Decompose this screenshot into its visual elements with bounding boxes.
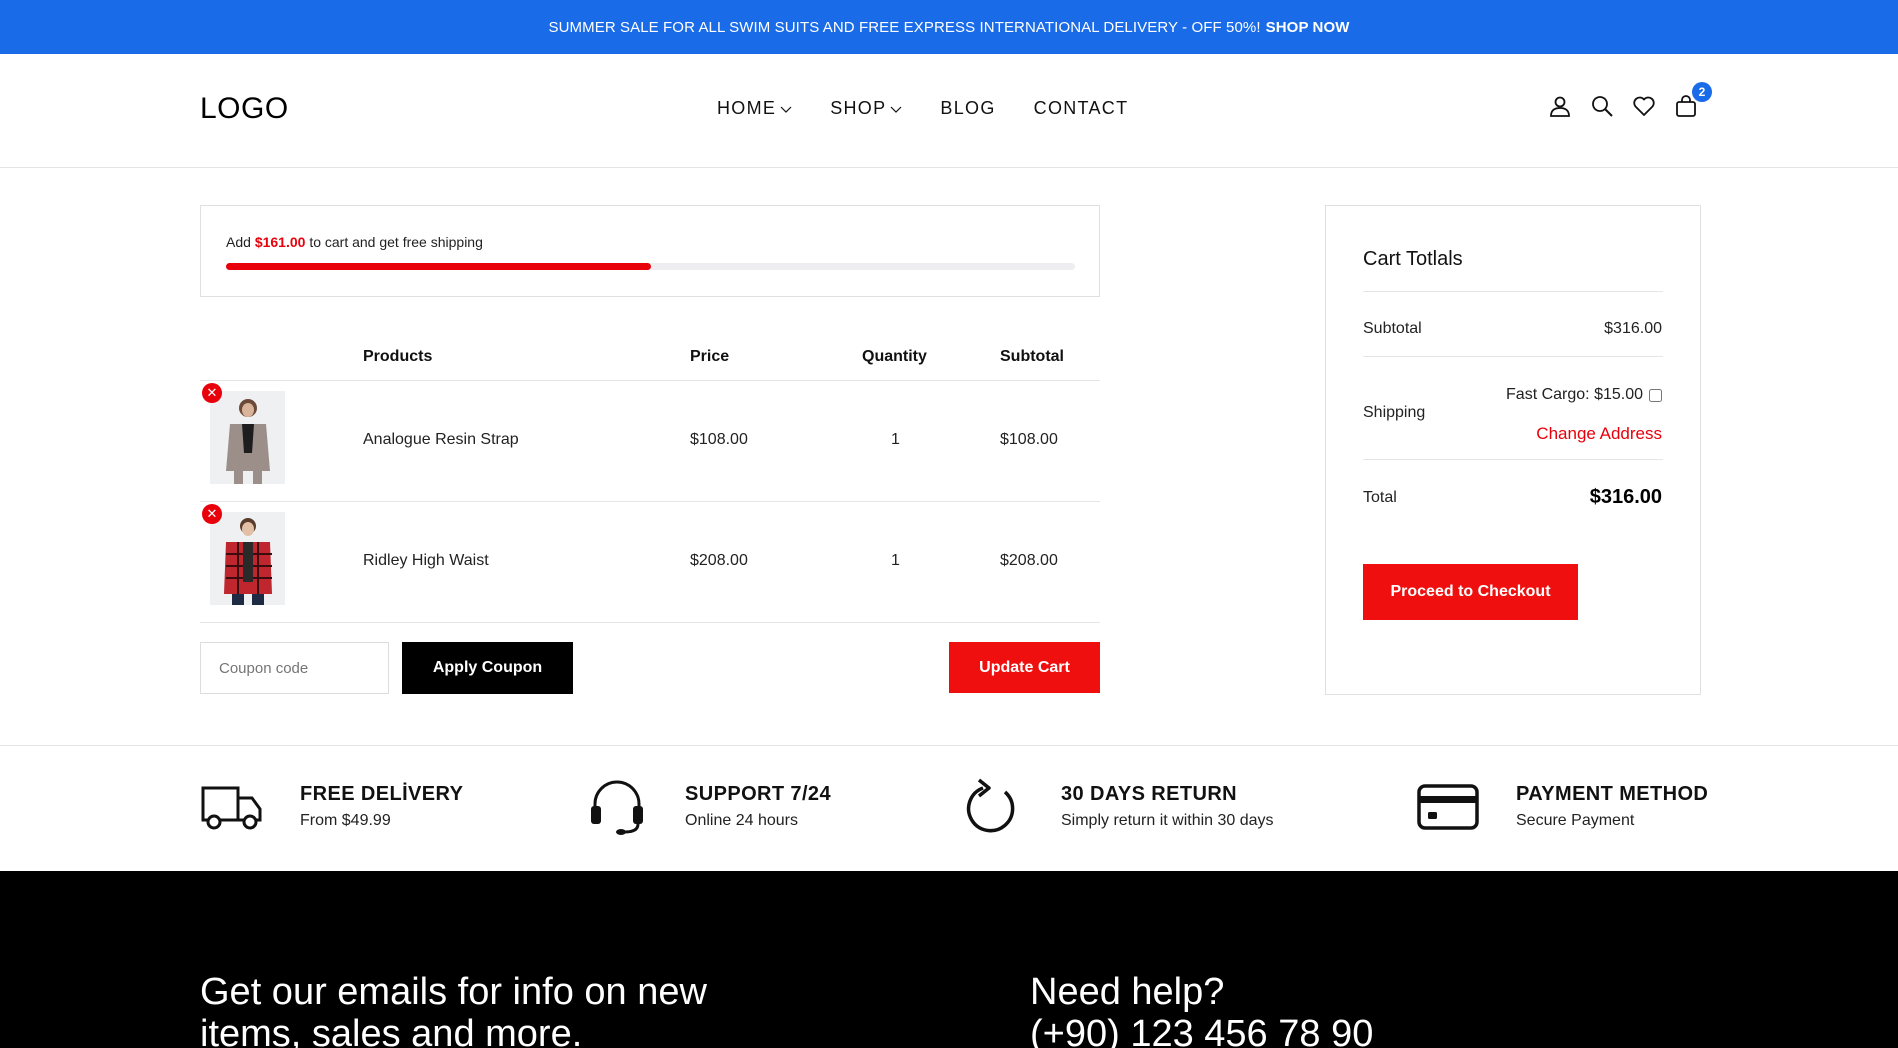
total-label: Total bbox=[1363, 489, 1397, 506]
shipping-label: Shipping bbox=[1363, 404, 1426, 421]
product-price: $208.00 bbox=[690, 552, 748, 569]
help-block: Need help? (+90) 123 456 78 90 bbox=[1030, 971, 1373, 1048]
product-name[interactable]: Analogue Resin Strap bbox=[363, 431, 519, 449]
cart-totals-title: Cart Totlals bbox=[1363, 248, 1463, 270]
header-icons: 2 bbox=[1548, 82, 1712, 118]
header-products: Products bbox=[363, 348, 433, 365]
product-price: $108.00 bbox=[690, 431, 748, 448]
divider bbox=[1363, 291, 1663, 292]
site-footer: Get our emails for info on new items, sa… bbox=[0, 871, 1898, 1048]
product-image[interactable] bbox=[210, 391, 285, 484]
product-image[interactable] bbox=[210, 512, 285, 605]
cart-count-badge: 2 bbox=[1692, 82, 1712, 102]
nav-contact[interactable]: CONTACT bbox=[1034, 98, 1129, 119]
nav-shop-label: SHOP bbox=[830, 98, 887, 118]
product-quantity[interactable]: 1 bbox=[891, 431, 900, 449]
help-phone[interactable]: (+90) 123 456 78 90 bbox=[1030, 1013, 1373, 1048]
fast-cargo-checkbox[interactable] bbox=[1649, 388, 1662, 402]
credit-card-icon bbox=[1417, 784, 1479, 830]
fast-cargo-label: Fast Cargo: $15.00 bbox=[1506, 386, 1643, 403]
chevron-down-icon bbox=[780, 106, 792, 113]
product-subtotal: $208.00 bbox=[1000, 552, 1058, 569]
header-price: Price bbox=[690, 348, 730, 365]
product-quantity[interactable]: 1 bbox=[891, 552, 900, 570]
feature-subtitle: From $49.99 bbox=[300, 812, 391, 829]
feature-returns: 30 DAYS RETURN Simply return it within 3… bbox=[961, 776, 1274, 836]
total-value: $316.00 bbox=[1589, 486, 1662, 508]
fast-cargo-option[interactable]: Fast Cargo: $15.00 bbox=[1506, 386, 1662, 404]
shopping-bag-icon[interactable]: 2 bbox=[1674, 82, 1712, 118]
feature-title: SUPPORT 7/24 bbox=[685, 783, 831, 805]
feature-support: SUPPORT 7/24 Online 24 hours bbox=[585, 776, 831, 836]
feature-subtitle: Secure Payment bbox=[1516, 812, 1635, 829]
change-address-link[interactable]: Change Address bbox=[1536, 424, 1662, 444]
divider bbox=[1363, 356, 1663, 357]
feature-title: FREE DELİVERY bbox=[300, 783, 464, 805]
nav-home-label: HOME bbox=[717, 98, 777, 118]
main-nav: HOME SHOP BLOG CONTACT bbox=[717, 98, 1128, 119]
feature-payment: PAYMENT METHOD Secure Payment bbox=[1416, 776, 1708, 836]
header-subtotal: Subtotal bbox=[1000, 348, 1064, 365]
announcement-text: SUMMER SALE FOR ALL SWIM SUITS AND FREE … bbox=[548, 18, 1261, 36]
cart-table: Products Price Quantity Subtotal ✕ Analo… bbox=[200, 340, 1100, 623]
free-shipping-progress-bar bbox=[226, 263, 1075, 270]
nav-home[interactable]: HOME bbox=[717, 98, 792, 119]
chevron-down-icon bbox=[890, 106, 902, 113]
remove-item-button[interactable]: ✕ bbox=[202, 383, 222, 403]
feature-subtitle: Simply return it within 30 days bbox=[1061, 812, 1274, 829]
search-icon[interactable] bbox=[1590, 94, 1614, 118]
coupon-code-input[interactable] bbox=[200, 642, 389, 694]
remove-item-button[interactable]: ✕ bbox=[202, 504, 222, 524]
free-shipping-text: Add $161.00 to cart and get free shippin… bbox=[226, 234, 483, 250]
update-cart-button[interactable]: Update Cart bbox=[949, 642, 1100, 693]
announcement-bar: SUMMER SALE FOR ALL SWIM SUITS AND FREE … bbox=[0, 0, 1898, 54]
free-shipping-prefix: Add bbox=[226, 234, 251, 250]
newsletter-heading: Get our emails for info on new items, sa… bbox=[200, 971, 707, 1048]
progress-fill bbox=[226, 263, 651, 270]
truck-icon bbox=[201, 786, 262, 830]
divider bbox=[1363, 459, 1663, 460]
feature-free-delivery: FREE DELİVERY From $49.99 bbox=[200, 776, 463, 836]
free-shipping-suffix: to cart and get free shipping bbox=[309, 234, 483, 250]
features-strip: FREE DELİVERY From $49.99 SUPPORT 7/24 O… bbox=[0, 745, 1898, 871]
feature-title: 30 DAYS RETURN bbox=[1061, 783, 1238, 805]
headset-icon bbox=[591, 780, 643, 835]
logo[interactable]: LOGO bbox=[200, 92, 289, 126]
product-subtotal: $108.00 bbox=[1000, 431, 1058, 448]
apply-coupon-button[interactable]: Apply Coupon bbox=[402, 642, 573, 694]
cart-totals-panel: Cart Totlals Subtotal $316.00 Shipping F… bbox=[1325, 205, 1701, 695]
product-name[interactable]: Ridley High Waist bbox=[363, 552, 489, 570]
refresh-icon bbox=[966, 778, 1015, 833]
subtotal-label: Subtotal bbox=[1363, 320, 1422, 337]
feature-subtitle: Online 24 hours bbox=[685, 812, 798, 829]
subtotal-value: $316.00 bbox=[1604, 320, 1662, 337]
shop-now-link[interactable]: SHOP NOW bbox=[1266, 19, 1350, 36]
nav-blog[interactable]: BLOG bbox=[940, 98, 995, 119]
help-heading: Need help? bbox=[1030, 971, 1225, 1013]
cart-row: ✕ Analogue Resin Strap $108.00 1 $108.00 bbox=[200, 381, 1100, 502]
nav-contact-label: CONTACT bbox=[1033, 98, 1129, 118]
heart-icon[interactable] bbox=[1632, 94, 1656, 118]
nav-shop[interactable]: SHOP bbox=[830, 98, 902, 119]
free-shipping-notice: Add $161.00 to cart and get free shippin… bbox=[200, 205, 1100, 297]
header-quantity: Quantity bbox=[862, 348, 927, 365]
user-icon[interactable] bbox=[1548, 94, 1572, 118]
proceed-to-checkout-button[interactable]: Proceed to Checkout bbox=[1363, 564, 1578, 620]
nav-blog-label: BLOG bbox=[940, 98, 996, 118]
cart-row: ✕ Ridley High Waist $208.00 1 $208.00 bbox=[200, 502, 1100, 623]
free-shipping-amount: $161.00 bbox=[254, 234, 306, 250]
feature-title: PAYMENT METHOD bbox=[1516, 783, 1709, 805]
site-header: LOGO HOME SHOP BLOG CONTACT 2 bbox=[0, 54, 1898, 168]
cart-table-header: Products Price Quantity Subtotal bbox=[200, 340, 1100, 381]
